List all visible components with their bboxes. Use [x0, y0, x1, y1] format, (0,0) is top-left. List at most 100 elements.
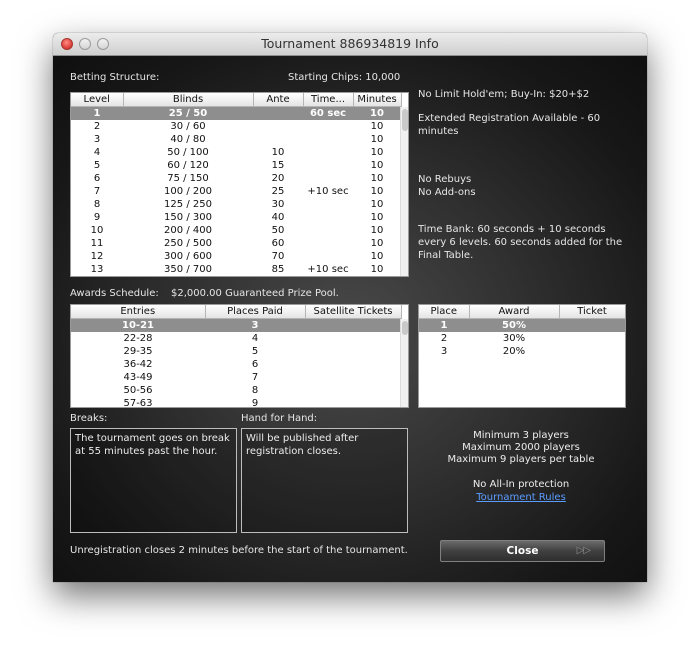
- table-row[interactable]: 6 75 / 150 20 10: [71, 172, 401, 185]
- table-cell: 10: [370, 160, 384, 171]
- table-header-row: Entries Places Paid Satellite Tickets: [71, 305, 402, 319]
- table-row[interactable]: 4 50 / 100 10 10: [71, 146, 401, 159]
- extended-registration-text: Extended Registration Available - 60 min…: [418, 113, 601, 137]
- table-row[interactable]: 13 350 / 700 85 +10 sec 10: [71, 263, 401, 276]
- table-row[interactable]: 7 100 / 200 25 +10 sec 10: [71, 185, 401, 198]
- table-cell: 10: [370, 199, 384, 210]
- table-cell: 60 sec: [303, 106, 353, 120]
- table-row[interactable]: 57-63 9: [71, 397, 401, 408]
- table-row[interactable]: 22-28 4: [71, 332, 401, 345]
- betting-structure-table[interactable]: Level Blinds Ante Time... Minutes 1 25 / …: [70, 92, 409, 277]
- table-cell: [303, 120, 353, 133]
- table-cell: 15: [271, 160, 285, 171]
- blinds-scroll-thumb[interactable]: [402, 109, 408, 131]
- column-header-satellite-tickets[interactable]: Satellite Tickets: [305, 305, 402, 319]
- table-cell: 5: [93, 160, 101, 171]
- awards-scrollbar[interactable]: [400, 319, 408, 407]
- table-cell: [253, 106, 303, 120]
- column-header-place[interactable]: Place: [419, 305, 470, 319]
- table-cell: [303, 250, 353, 263]
- table-cell: 6: [251, 359, 259, 370]
- breaks-textbox: The tournament goes on break at 55 minut…: [70, 428, 237, 533]
- table-row[interactable]: 43-49 7: [71, 371, 401, 384]
- breaks-label: Breaks:: [70, 413, 108, 424]
- table-cell: [305, 397, 401, 407]
- blinds-scrollbar[interactable]: [400, 107, 408, 276]
- table-cell: 50-56: [123, 385, 153, 396]
- table-cell: 36-42: [123, 359, 153, 370]
- awards-schedule-label: Awards Schedule:: [70, 288, 159, 299]
- table-row[interactable]: 11 250 / 500 60 10: [71, 237, 401, 250]
- table-cell: 10-21: [71, 318, 205, 332]
- table-cell: 7: [93, 186, 101, 197]
- table-cell: [305, 318, 401, 332]
- column-header-places-paid[interactable]: Places Paid: [205, 305, 306, 319]
- double-arrow-icon: ▷▷: [576, 545, 591, 556]
- table-row[interactable]: 2 30%: [419, 332, 625, 345]
- close-button[interactable]: Close ▷▷: [440, 540, 605, 562]
- table-row[interactable]: 9 150 / 300 40 10: [71, 211, 401, 224]
- table-cell: 6: [93, 173, 101, 184]
- column-header-blinds[interactable]: Blinds: [123, 93, 254, 107]
- table-cell: [303, 237, 353, 250]
- column-header-ticket[interactable]: Ticket: [559, 305, 625, 319]
- column-header-time[interactable]: Time...: [303, 93, 354, 107]
- table-row[interactable]: 3 20%: [419, 345, 625, 358]
- table-cell: 9: [251, 398, 259, 408]
- hand-for-hand-label: Hand for Hand:: [241, 413, 318, 424]
- title-bar[interactable]: Tournament 886934819 Info: [53, 33, 647, 56]
- table-cell: [303, 159, 353, 172]
- table-cell: [559, 318, 625, 332]
- column-header-award[interactable]: Award: [469, 305, 560, 319]
- table-cell: 10: [370, 212, 384, 223]
- table-cell: 10: [90, 225, 104, 236]
- table-cell: 3: [440, 346, 448, 357]
- table-cell: 7: [251, 372, 259, 383]
- table-row[interactable]: 50-56 8: [71, 384, 401, 397]
- table-row[interactable]: 3 40 / 80 10: [71, 133, 401, 146]
- table-cell: 60 / 120: [167, 160, 209, 171]
- rebuys-text: No Rebuys: [418, 174, 472, 185]
- tournament-info-window: Tournament 886934819 Info Betting Struct…: [53, 33, 647, 582]
- table-cell: 29-35: [123, 346, 153, 357]
- table-cell: 2: [93, 121, 101, 132]
- table-cell: 10: [370, 225, 384, 236]
- table-row[interactable]: 36-42 6: [71, 358, 401, 371]
- awards-scroll-thumb[interactable]: [402, 321, 408, 335]
- awards-schedule-table[interactable]: Entries Places Paid Satellite Tickets 10…: [70, 304, 409, 408]
- table-cell: 125 / 250: [164, 199, 212, 210]
- table-cell: 25 / 50: [123, 106, 253, 120]
- table-row[interactable]: 1 50%: [419, 318, 625, 332]
- table-cell: 10: [370, 173, 384, 184]
- table-cell: 20%: [502, 346, 526, 357]
- table-cell: 12: [90, 251, 104, 262]
- time-bank-text: Time Bank: 60 seconds + 10 seconds every…: [418, 224, 623, 261]
- table-cell: 10: [370, 147, 384, 158]
- table-row[interactable]: 8 125 / 250 30 10: [71, 198, 401, 211]
- game-type-text: No Limit Hold'em; Buy-In: $20+$2: [418, 89, 590, 100]
- table-row[interactable]: 2 30 / 60 10: [71, 120, 401, 133]
- table-cell: [303, 198, 353, 211]
- table-cell: 20: [271, 173, 285, 184]
- column-header-entries[interactable]: Entries: [71, 305, 206, 319]
- table-cell: 1: [71, 106, 123, 120]
- table-row[interactable]: 12 300 / 600 70 10: [71, 250, 401, 263]
- table-cell: 350 / 700: [164, 264, 212, 275]
- table-cell: 30%: [502, 333, 526, 344]
- table-row[interactable]: 5 60 / 120 15 10: [71, 159, 401, 172]
- all-in-protection-text: No All-In protection: [472, 479, 570, 490]
- table-cell: 30 / 60: [170, 121, 206, 132]
- column-header-level[interactable]: Level: [71, 93, 124, 107]
- table-cell: 10: [370, 251, 384, 262]
- minimum-players-text: Minimum 3 players: [473, 430, 569, 441]
- tournament-rules-link[interactable]: Tournament Rules: [476, 492, 566, 503]
- table-row[interactable]: 10-21 3: [71, 318, 401, 332]
- column-header-minutes[interactable]: Minutes: [353, 93, 402, 107]
- table-row[interactable]: 29-35 5: [71, 345, 401, 358]
- table-row[interactable]: 1 25 / 50 60 sec 10: [71, 106, 401, 120]
- table-cell: [303, 211, 353, 224]
- place-award-table[interactable]: Place Award Ticket 1 50% 2 30% 3 20%: [418, 304, 626, 408]
- column-header-ante[interactable]: Ante: [253, 93, 304, 107]
- table-row[interactable]: 10 200 / 400 50 10: [71, 224, 401, 237]
- table-cell: 5: [251, 346, 259, 357]
